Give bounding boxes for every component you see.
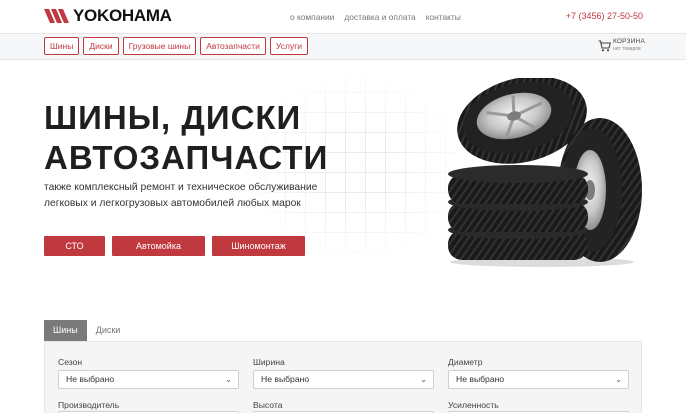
chevron-down-icon: ⌄: [225, 375, 232, 384]
cart-text: КОРЗИНА нет товаров: [613, 38, 645, 52]
chevron-down-icon: ⌄: [615, 375, 622, 384]
category-services-button[interactable]: Услуги: [269, 37, 309, 55]
hero-buttons: СТО Автомойка Шиномонтаж: [44, 236, 305, 256]
category-autoparts-button[interactable]: Автозапчасти: [200, 37, 266, 55]
search-tabs: Шины Диски: [44, 320, 129, 341]
tire-filter-panel: Сезон Не выбрано ⌄ Ширина Не выбрано ⌄ Д…: [44, 341, 642, 413]
cart-label: КОРЗИНА: [613, 38, 645, 45]
tire-fitting-button[interactable]: Шиномонтаж: [212, 236, 305, 256]
reinforcement-label: Усиленность: [448, 400, 499, 410]
tires-image: [440, 76, 645, 268]
width-select[interactable]: Не выбрано ⌄: [253, 370, 434, 389]
chevron-down-icon: ⌄: [420, 375, 427, 384]
width-label: Ширина: [253, 357, 285, 367]
diameter-select[interactable]: Не выбрано ⌄: [448, 370, 629, 389]
category-list: Шины Диски Грузовые шины Автозапчасти Ус…: [44, 37, 309, 55]
nav-link-delivery[interactable]: доставка и оплата: [344, 12, 415, 22]
car-wash-button[interactable]: Автомойка: [112, 236, 205, 256]
diameter-label: Диаметр: [448, 357, 483, 367]
season-select-value: Не выбрано: [66, 374, 115, 384]
diameter-select-value: Не выбрано: [456, 374, 505, 384]
cart-status: нет товаров: [613, 45, 641, 52]
width-select-value: Не выбрано: [261, 374, 310, 384]
nav-link-contacts[interactable]: контакты: [426, 12, 461, 22]
cart-icon: [598, 39, 612, 57]
season-label: Сезон: [58, 357, 83, 367]
tire-stack: [448, 165, 588, 260]
hero-title-line-2: АВТОЗАПЧАСТИ: [44, 139, 329, 176]
top-header: YOKOHAMA о компании доставка и оплата ко…: [0, 0, 686, 33]
logo-mark-icon: [44, 8, 70, 24]
season-select[interactable]: Не выбрано ⌄: [58, 370, 239, 389]
category-wheels-button[interactable]: Диски: [83, 37, 119, 55]
hero-subtitle-line-1: также комплексный ремонт и техническое о…: [44, 182, 318, 193]
category-tires-button[interactable]: Шины: [44, 37, 80, 55]
tab-wheels[interactable]: Диски: [87, 320, 130, 341]
hero-section: ШИНЫ, ДИСКИ АВТОЗАПЧАСТИ также комплексн…: [0, 60, 686, 285]
height-label: Высота: [253, 400, 283, 410]
hero-title: ШИНЫ, ДИСКИ АВТОЗАПЧАСТИ: [44, 98, 328, 178]
hero-subtitle: также комплексный ремонт и техническое о…: [44, 180, 317, 212]
manufacturer-label: Производитель: [58, 400, 120, 410]
hero-title-line-1: ШИНЫ, ДИСКИ: [44, 99, 302, 136]
nav-link-about[interactable]: о компании: [290, 12, 334, 22]
logo-text: YOKOHAMA: [73, 6, 172, 25]
category-truck-tires-button[interactable]: Грузовые шины: [122, 37, 197, 55]
cart-button[interactable]: КОРЗИНА нет товаров: [598, 38, 645, 57]
service-station-button[interactable]: СТО: [44, 236, 105, 256]
top-nav: о компании доставка и оплата контакты: [290, 12, 461, 22]
tab-tires[interactable]: Шины: [44, 320, 87, 341]
logo[interactable]: YOKOHAMA: [44, 6, 172, 25]
phone-number[interactable]: +7 (3456) 27-50-50: [566, 11, 643, 21]
category-bar: Шины Диски Грузовые шины Автозапчасти Ус…: [0, 33, 686, 60]
hero-subtitle-line-2: легковых и легкогрузовых автомобилей люб…: [44, 198, 301, 209]
